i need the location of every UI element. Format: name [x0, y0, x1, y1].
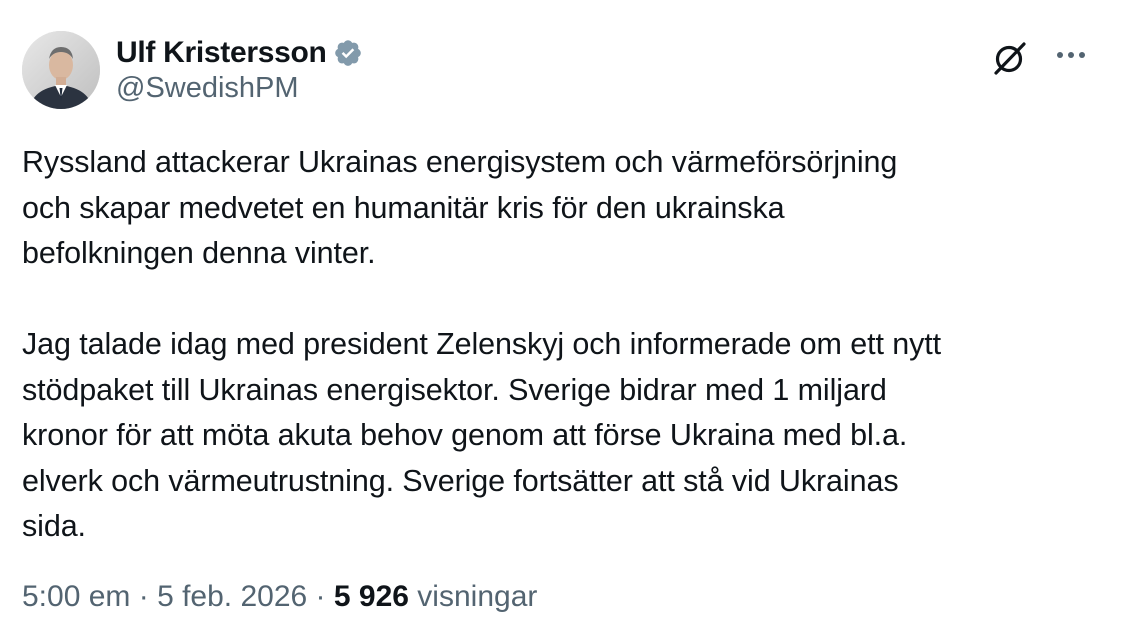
verified-badge-icon[interactable] [333, 38, 363, 68]
author-display-name[interactable]: Ulf Kristersson [116, 36, 327, 70]
avatar-photo [22, 31, 100, 109]
author-name-row: Ulf Kristersson [116, 34, 363, 72]
views-label: visningar [408, 580, 538, 613]
grok-icon[interactable] [988, 36, 1032, 80]
tweet-paragraph: Jag talade idag med president Zelenskyj … [22, 327, 941, 543]
more-options-icon[interactable] [1052, 40, 1092, 70]
avatar[interactable] [22, 31, 100, 109]
meta-separator: · [130, 580, 158, 613]
tweet-text: Ryssland attackerar Ukrainas energisyste… [22, 140, 1112, 550]
views-count: 5 926 [333, 580, 409, 613]
tweet-date[interactable]: 5 feb. 2026 [157, 580, 307, 613]
meta-separator: · [307, 580, 334, 613]
author-handle[interactable]: @SwedishPM [116, 72, 299, 105]
tweet-meta: 5:00 em · 5 feb. 2026 · 5 926 visningar [22, 580, 537, 614]
tweet-time[interactable]: 5:00 em [22, 580, 130, 613]
tweet-card: Ulf Kristersson @SwedishPM Ryssland atta… [0, 0, 1132, 644]
tweet-paragraph: Ryssland attackerar Ukrainas energisyste… [22, 145, 898, 270]
